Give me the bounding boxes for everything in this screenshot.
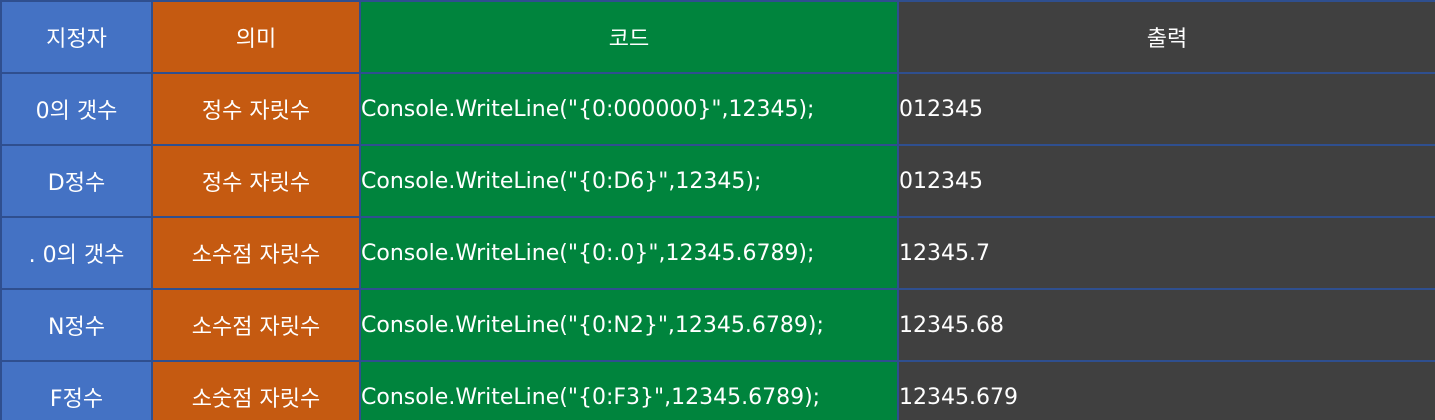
table-row: F정수 소숫점 자릿수 Console.WriteLine("{0:F3}",1… <box>0 360 1435 420</box>
meaning-cell: 소숫점 자릿수 <box>151 360 361 420</box>
code-cell: Console.WriteLine("{0:D6}",12345); <box>359 144 899 218</box>
code-cell: Console.WriteLine("{0:N2}",12345.6789); <box>359 288 899 362</box>
format-specifier-table: 지정자 의미 코드 출력 0의 갯수 정수 자릿수 Console.WriteL… <box>0 0 1435 420</box>
header-specifier: 지정자 <box>0 0 153 74</box>
table-row: N정수 소수점 자릿수 Console.WriteLine("{0:N2}",1… <box>0 288 1435 362</box>
specifier-cell: D정수 <box>0 144 153 218</box>
specifier-cell: F정수 <box>0 360 153 420</box>
output-cell: 12345.68 <box>897 288 1435 362</box>
header-code: 코드 <box>359 0 899 74</box>
table-row: 0의 갯수 정수 자릿수 Console.WriteLine("{0:00000… <box>0 72 1435 146</box>
specifier-cell: N정수 <box>0 288 153 362</box>
code-cell: Console.WriteLine("{0:.0}",12345.6789); <box>359 216 899 290</box>
output-cell: 12345.679 <box>897 360 1435 420</box>
meaning-cell: 정수 자릿수 <box>151 72 361 146</box>
meaning-cell: 정수 자릿수 <box>151 144 361 218</box>
table-row: D정수 정수 자릿수 Console.WriteLine("{0:D6}",12… <box>0 144 1435 218</box>
code-cell: Console.WriteLine("{0:000000}",12345); <box>359 72 899 146</box>
specifier-cell: 0의 갯수 <box>0 72 153 146</box>
header-meaning: 의미 <box>151 0 361 74</box>
meaning-cell: 소수점 자릿수 <box>151 216 361 290</box>
meaning-cell: 소수점 자릿수 <box>151 288 361 362</box>
code-cell: Console.WriteLine("{0:F3}",12345.6789); <box>359 360 899 420</box>
output-cell: 012345 <box>897 144 1435 218</box>
output-cell: 12345.7 <box>897 216 1435 290</box>
header-output: 출력 <box>897 0 1435 74</box>
output-cell: 012345 <box>897 72 1435 146</box>
header-row: 지정자 의미 코드 출력 <box>0 0 1435 74</box>
specifier-cell: . 0의 갯수 <box>0 216 153 290</box>
table-row: . 0의 갯수 소수점 자릿수 Console.WriteLine("{0:.0… <box>0 216 1435 290</box>
